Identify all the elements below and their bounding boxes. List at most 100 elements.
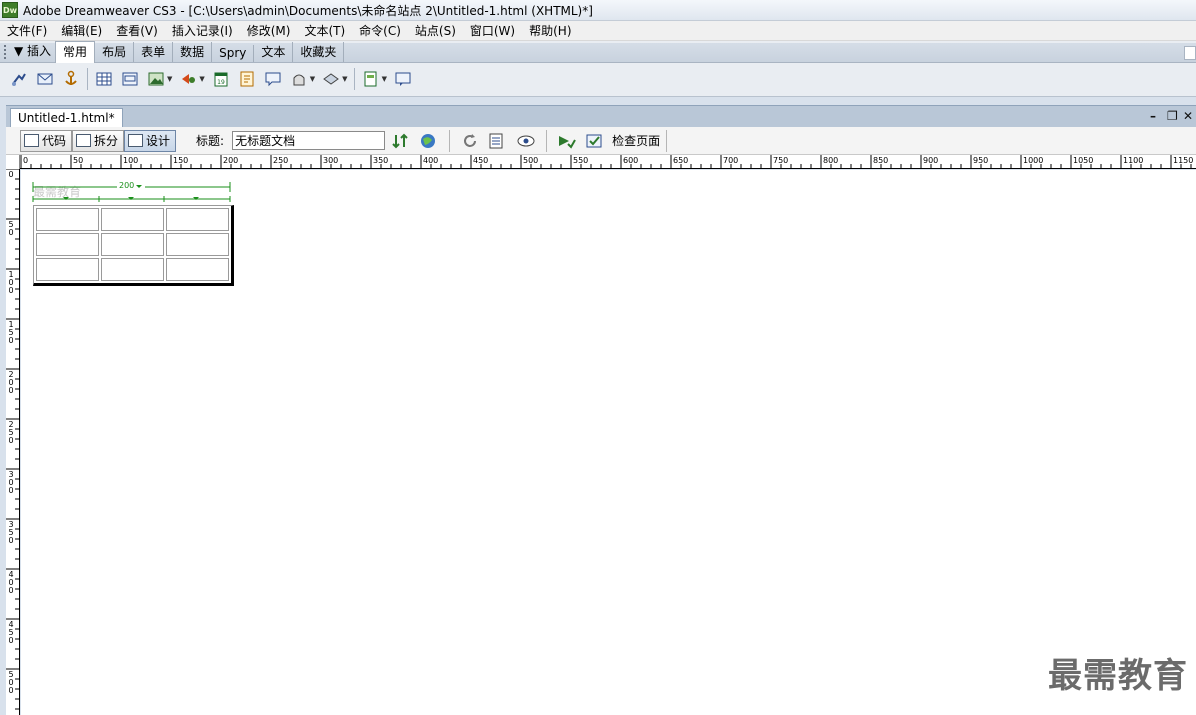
- refresh-icon[interactable]: [460, 132, 480, 150]
- table-row: [36, 258, 229, 281]
- code-view-button[interactable]: 代码: [20, 129, 73, 152]
- chevron-down-icon[interactable]: ▼: [382, 75, 387, 83]
- ruler-label: 750: [773, 156, 789, 165]
- menu-edit[interactable]: 编辑(E): [54, 21, 109, 41]
- ruler-origin[interactable]: [6, 155, 20, 169]
- ruler-label: 1100: [1123, 156, 1144, 165]
- toolbar-separator: [546, 129, 548, 152]
- ruler-label: 200: [223, 156, 239, 165]
- code-view-label: 代码: [42, 134, 67, 148]
- design-view-button[interactable]: 设计: [124, 129, 177, 152]
- ruler-label: 900: [923, 156, 939, 165]
- chevron-down-icon[interactable]: ▼: [342, 75, 347, 83]
- email-link-icon[interactable]: [35, 69, 55, 89]
- menu-site[interactable]: 站点(S): [408, 21, 463, 41]
- ruler-label: 250: [273, 156, 289, 165]
- table-cell[interactable]: [36, 208, 99, 231]
- dreamweaver-logo-icon: Dw: [2, 2, 18, 18]
- table-cell[interactable]: [101, 208, 164, 231]
- templates-icon[interactable]: [361, 69, 381, 89]
- ruler-label: 300: [8, 470, 14, 495]
- table-icon[interactable]: [94, 69, 114, 89]
- toolbar-separator: [449, 129, 451, 152]
- ruler-label: 950: [973, 156, 989, 165]
- tab-spry[interactable]: Spry: [212, 45, 255, 62]
- table-row: [36, 208, 229, 231]
- minimize-icon[interactable]: –: [1150, 109, 1156, 123]
- document-tab-bar: Untitled-1.html* – ❐ ✕: [6, 105, 1196, 128]
- panel-grip-icon[interactable]: [4, 45, 12, 59]
- horizontal-ruler: 0 50 100 150 200 250 300 350 400 450 500 550 600 650 7…: [6, 155, 1196, 169]
- visual-aids-icon[interactable]: [516, 132, 536, 150]
- document-tab[interactable]: Untitled-1.html*: [10, 108, 123, 128]
- tab-forms[interactable]: 表单: [134, 42, 174, 62]
- image-icon[interactable]: [146, 69, 166, 89]
- menu-text[interactable]: 文本(T): [297, 21, 352, 41]
- div-icon[interactable]: [120, 69, 140, 89]
- script-icon[interactable]: [321, 69, 341, 89]
- table-cell[interactable]: [36, 258, 99, 281]
- title-bar: Dw Adobe Dreamweaver CS3 - [C:\Users\adm…: [0, 0, 1196, 21]
- file-management-icon[interactable]: [391, 132, 411, 150]
- menu-modify[interactable]: 修改(M): [240, 21, 298, 41]
- table-cell[interactable]: [36, 233, 99, 256]
- toolbar-separator: [87, 68, 88, 90]
- ruler-label: 400: [423, 156, 439, 165]
- tab-layout[interactable]: 布局: [95, 42, 135, 62]
- table-cell[interactable]: [101, 258, 164, 281]
- ruler-label: 500: [8, 670, 14, 695]
- tab-text[interactable]: 文本: [254, 42, 294, 62]
- comment-icon[interactable]: [263, 69, 283, 89]
- view-options-icon[interactable]: [488, 132, 508, 150]
- ruler-label: 50: [8, 220, 14, 237]
- menu-file[interactable]: 文件(F): [0, 21, 54, 41]
- menu-commands[interactable]: 命令(C): [352, 21, 408, 41]
- design-canvas[interactable]: 最需教育 200 最需教育: [21, 170, 1196, 715]
- head-icon[interactable]: [289, 69, 309, 89]
- layout-table[interactable]: [33, 205, 234, 286]
- panel-collapse-button[interactable]: [1184, 46, 1196, 60]
- validate-markup-icon[interactable]: [557, 132, 577, 150]
- svg-text:19: 19: [217, 79, 225, 86]
- check-page-label[interactable]: 检查页面: [612, 132, 660, 149]
- named-anchor-icon[interactable]: [61, 69, 81, 89]
- menu-insert[interactable]: 插入记录(I): [165, 21, 240, 41]
- table-width-indicator[interactable]: 200: [32, 180, 231, 204]
- preview-browser-icon[interactable]: [419, 132, 439, 150]
- ruler-label: 150: [8, 320, 14, 345]
- menu-window[interactable]: 窗口(W): [463, 21, 522, 41]
- table-cell[interactable]: [166, 208, 229, 231]
- ruler-label: 450: [473, 156, 489, 165]
- document-title-label: 标题:: [196, 134, 225, 148]
- tab-common[interactable]: 常用: [55, 41, 96, 63]
- split-view-button[interactable]: 拆分: [72, 129, 125, 152]
- ruler-label: 550: [573, 156, 589, 165]
- ruler-label: 50: [73, 156, 84, 165]
- chevron-down-icon[interactable]: ▼: [310, 75, 315, 83]
- tab-favorites[interactable]: 收藏夹: [293, 42, 345, 62]
- tag-chooser-icon[interactable]: [393, 69, 413, 89]
- close-icon[interactable]: ✕: [1183, 109, 1193, 123]
- tab-data[interactable]: 数据: [173, 42, 213, 62]
- menu-help[interactable]: 帮助(H): [522, 21, 578, 41]
- chevron-down-icon[interactable]: ▼: [199, 75, 204, 83]
- code-view-icon: [24, 134, 39, 147]
- table-cell[interactable]: [166, 258, 229, 281]
- check-page-icon[interactable]: [585, 132, 605, 150]
- menu-bar: 文件(F) 编辑(E) 查看(V) 插入记录(I) 修改(M) 文本(T) 命令…: [0, 21, 1196, 41]
- date-icon[interactable]: 19: [211, 69, 231, 89]
- toolbar-separator: [666, 129, 668, 152]
- restore-icon[interactable]: ❐: [1167, 109, 1178, 123]
- document-title-input[interactable]: [232, 131, 386, 150]
- design-view-label: 设计: [146, 134, 171, 148]
- menu-view[interactable]: 查看(V): [109, 21, 165, 41]
- table-cell[interactable]: [166, 233, 229, 256]
- table-cell[interactable]: [101, 233, 164, 256]
- ruler-label: 150: [173, 156, 189, 165]
- insert-panel-label[interactable]: ▼ 插入: [14, 42, 55, 62]
- server-include-icon[interactable]: [237, 69, 257, 89]
- document-window: Untitled-1.html* – ❐ ✕ 代码 拆分 设计 标题: 无标题文…: [0, 97, 1196, 715]
- media-icon[interactable]: [178, 69, 198, 89]
- chevron-down-icon[interactable]: ▼: [167, 75, 172, 83]
- hyperlink-icon[interactable]: [9, 69, 29, 89]
